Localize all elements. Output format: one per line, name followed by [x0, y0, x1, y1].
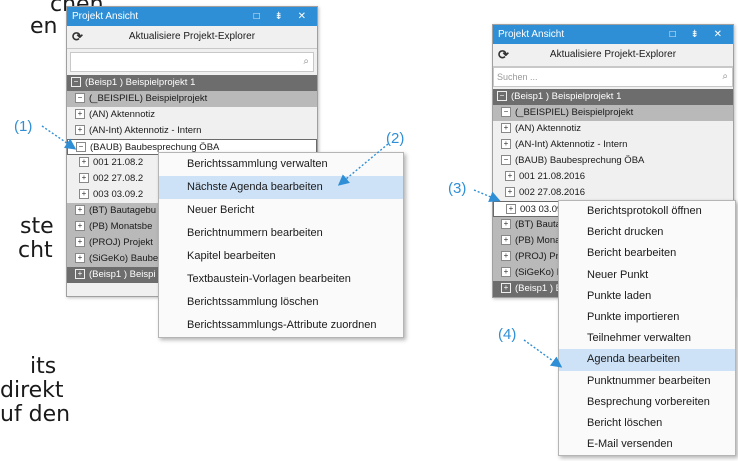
arrow-3: [473, 189, 501, 202]
arrow-4: [523, 339, 563, 368]
arrow-1: [41, 125, 77, 150]
arrow-2: [337, 143, 389, 186]
callout-arrows: [41, 125, 563, 368]
